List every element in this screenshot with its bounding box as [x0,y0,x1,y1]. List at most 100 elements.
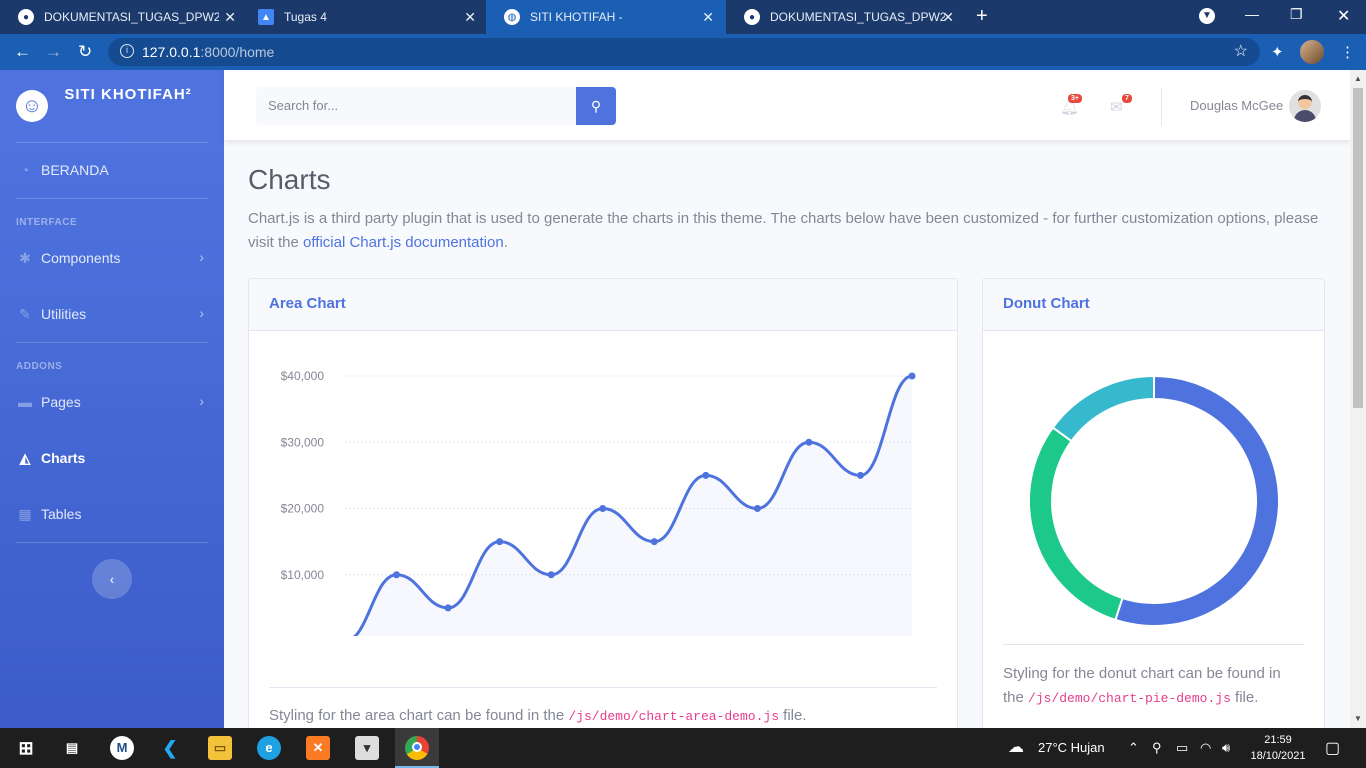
data-point[interactable] [547,571,555,579]
wifi-icon[interactable]: ◠ [1200,740,1211,756]
data-point[interactable] [753,505,761,512]
back-icon[interactable]: ← [14,42,31,62]
sidebar-item-tables[interactable]: ▦ Tables [0,494,224,534]
messages-badge: 7 [1122,94,1132,103]
sidebar-item-pages[interactable]: ▬ Pages › [0,382,224,422]
data-point[interactable] [908,372,916,380]
close-tab-icon[interactable]: ✕ [464,9,476,26]
tab-search-icon[interactable]: ▼ [1199,8,1215,24]
data-point[interactable] [393,571,401,579]
forward-icon[interactable]: → [45,42,62,62]
chartjs-docs-link[interactable]: official Chart.js documentation [303,234,504,251]
laugh-wink-icon: ☺ [16,90,48,122]
battery-icon[interactable]: ▭ [1176,740,1188,756]
task-view-icon[interactable]: ▤ [60,736,84,760]
chrome-icon[interactable] [405,736,429,760]
data-point[interactable] [650,538,658,546]
sidebar-brand[interactable]: ☺ SITI KHOTIFAH² [0,70,224,142]
chevron-right-icon: › [199,249,204,265]
topbar: Search for... ⚲ 🔔︎ 3+ ✉ 7 Douglas McGee [224,70,1350,140]
data-point[interactable] [856,471,864,479]
sidebar-item-components[interactable]: ✱ Components › [0,238,224,278]
notifications-icon[interactable]: ▢ [1325,738,1340,758]
app-icon[interactable]: ▾ [355,736,379,760]
card-header: Area Chart [249,279,957,331]
donut-slice[interactable] [1114,374,1280,627]
area-fill [355,376,912,636]
scroll-down-icon[interactable]: ▼ [1354,714,1362,723]
chevron-right-icon: › [199,305,204,321]
donut-chart-card: Donut Chart Styling for the donut chart … [982,278,1325,748]
avatar[interactable] [1289,90,1321,122]
windows-start-icon[interactable]: ⊞ [14,736,38,760]
profile-avatar[interactable] [1300,40,1324,64]
volume-icon[interactable]: 🔊︎ [1222,740,1230,756]
address-bar[interactable]: i 127.0.0.1:8000/home ☆ [108,38,1260,66]
browser-tab[interactable]: ▲ Tugas 4 ✕ [240,0,488,34]
close-tab-icon[interactable]: ✕ [702,9,714,26]
close-tab-icon[interactable]: ✕ [942,9,954,26]
sidebar-item-label: Components [41,250,121,266]
browser-tab-active[interactable]: ◍ SITI KHOTIFAH - ✕ [486,0,726,34]
tab-title: DOKUMENTASI_TUGAS_DPW2-/t [44,10,219,24]
menu-icon[interactable]: ⋮ [1340,43,1355,61]
chart-area-icon: ◭ [19,450,31,466]
sidebar-item-label: Pages [41,394,81,410]
minimize-icon[interactable]: — [1245,6,1259,22]
chevron-up-icon[interactable]: ⌃ [1128,740,1139,756]
globe-icon: ◍ [504,9,520,25]
xampp-icon[interactable]: ✕ [306,736,330,760]
donut-slice[interactable] [1028,426,1124,622]
table-icon: ▦ [18,506,32,522]
y-tick-label: $10,000 [281,568,325,582]
card-divider [1003,644,1304,645]
url-text: 127.0.0.1:8000/home [142,44,275,60]
search-button[interactable]: ⚲ [576,87,616,125]
github-icon: ● [18,9,34,25]
messages-envelope-icon[interactable]: ✉ 7 [1110,94,1132,116]
close-tab-icon[interactable]: ✕ [224,9,236,26]
sidebar-item-utilities[interactable]: ✎ Utilities › [0,294,224,334]
new-tab-icon[interactable]: + [976,5,988,28]
alerts-bell-icon[interactable]: 🔔︎ 3+ [1060,94,1082,116]
sidebar-item-label: Tables [41,506,82,522]
donut-slice[interactable] [1051,374,1155,443]
sidebar-item-label: Utilities [41,306,87,322]
network-icon[interactable]: ⚲ [1152,740,1162,756]
browser-tab[interactable]: ● DOKUMENTASI_TUGAS_DPW2-/t ✕ [0,0,248,34]
search-input[interactable]: Search for... ⚲ [256,87,616,125]
scroll-thumb[interactable] [1353,88,1363,408]
clock[interactable]: 21:59 18/10/2021 [1248,732,1308,764]
browser-tab[interactable]: ● DOKUMENTASI_TUGAS_DPW2-/t ✕ [726,0,966,34]
data-point[interactable] [444,604,452,612]
sidebar-item-beranda[interactable]: ◔ BERANDA [0,150,224,190]
app-icon[interactable]: M [110,736,134,760]
wrench-icon: ✎ [19,306,31,322]
data-point[interactable] [599,505,607,512]
area-chart: $0$10,000$20,000$30,000$40,000JanMarMayJ… [281,369,916,636]
restore-icon[interactable]: ❐ [1290,6,1303,23]
user-name[interactable]: Douglas McGee [1190,98,1283,113]
data-point[interactable] [702,471,710,479]
weather-text[interactable]: 27°C Hujan [1038,740,1105,755]
card-title: Donut Chart [1003,295,1090,312]
extensions-icon[interactable]: ✦ [1271,43,1284,61]
weather-icon[interactable]: ☁ [1008,737,1024,757]
sidebar-item-charts[interactable]: ◭ Charts [0,438,224,478]
sidebar-toggle-button[interactable]: ‹ [92,559,132,599]
bookmark-star-icon[interactable]: ☆ [1234,41,1248,61]
file-explorer-icon[interactable]: ▭ [208,736,232,760]
scroll-up-icon[interactable]: ▲ [1354,74,1362,83]
sidebar-heading-addons: ADDONS [16,361,63,372]
reload-icon[interactable]: ↻ [78,42,92,62]
page-scrollbar[interactable]: ▲ ▼ [1350,70,1366,728]
topbar-divider [1161,88,1162,126]
data-point[interactable] [496,538,504,546]
data-point[interactable] [805,438,813,446]
info-icon[interactable]: i [120,44,134,58]
vscode-icon[interactable]: ❮ [158,736,182,760]
browser-tab-bar: ● DOKUMENTASI_TUGAS_DPW2-/t ✕ ▲ Tugas 4 … [0,0,1366,34]
search-placeholder: Search for... [268,98,339,113]
edge-icon[interactable]: e [257,736,281,760]
close-window-icon[interactable]: ✕ [1337,6,1350,26]
